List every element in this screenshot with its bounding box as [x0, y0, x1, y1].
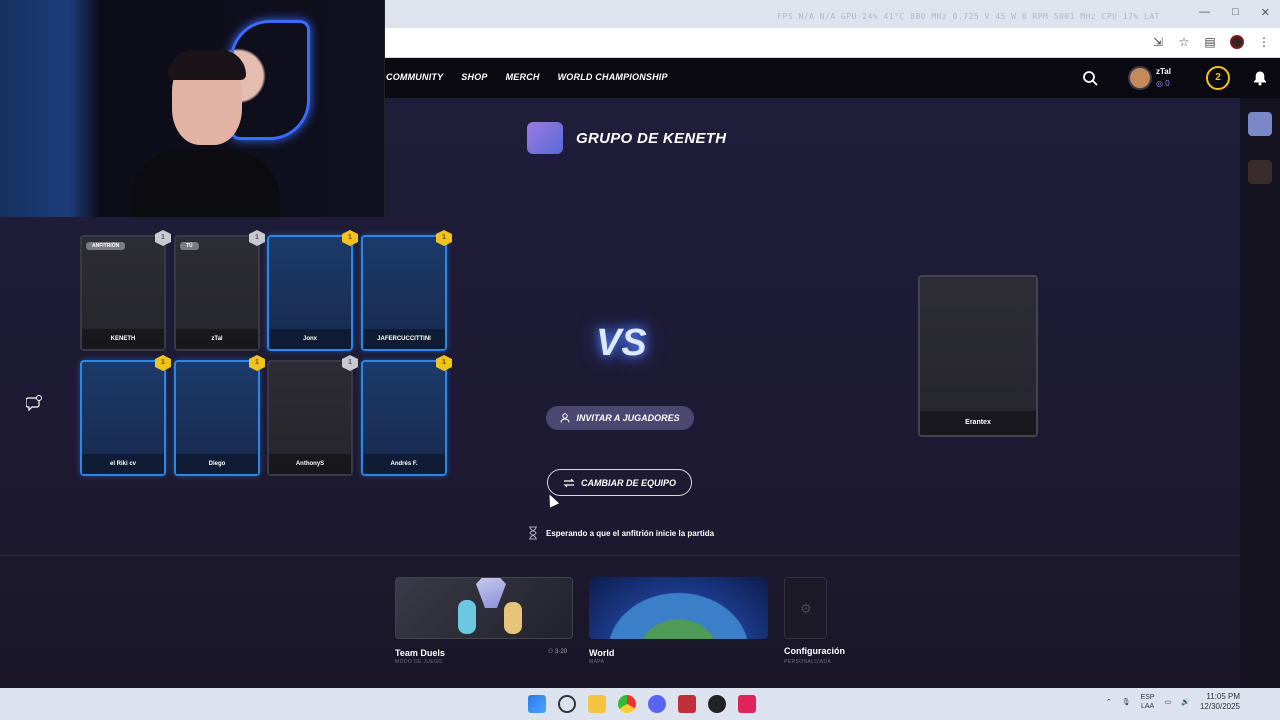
- player-card[interactable]: 1 Andrés F.: [361, 355, 452, 476]
- player-card[interactable]: TÚ 1 zTal: [174, 230, 265, 351]
- player-card[interactable]: ANFITRIÓN 1 KENETH: [80, 230, 171, 351]
- nav-merch[interactable]: MERCH: [506, 72, 540, 82]
- windows-taskbar: ⌃ 🎙 ESP LAA ▭ 🔊 11:05 PM 12/30/2025: [0, 688, 1280, 720]
- switch-team-button[interactable]: CAMBIAR DE EQUIPO: [547, 469, 692, 496]
- switch-team-label: CAMBIAR DE EQUIPO: [580, 477, 676, 488]
- keyboard-layout: LAA: [1140, 703, 1155, 710]
- player-card[interactable]: 1 el Riki cv: [80, 355, 171, 476]
- player-name: JAFERCUCCITTINI: [363, 329, 445, 349]
- level-badge[interactable]: 2: [1206, 66, 1230, 90]
- game-mode-title: Team Duels: [395, 648, 445, 658]
- file-explorer-icon[interactable]: [588, 695, 606, 713]
- app-icon[interactable]: [678, 695, 696, 713]
- chevron-up-icon[interactable]: ⌃: [1106, 698, 1112, 706]
- coin-count: 0: [1165, 79, 1170, 88]
- vs-label: VS: [596, 322, 647, 364]
- friend-avatar[interactable]: [1248, 160, 1272, 184]
- minimize-button[interactable]: —: [1199, 6, 1210, 19]
- map-subtitle: MAPA: [589, 659, 605, 665]
- user-name[interactable]: zTal: [1156, 67, 1171, 76]
- friend-avatar[interactable]: [1248, 112, 1272, 136]
- user-coins: ◎ 0: [1156, 79, 1170, 88]
- player-card[interactable]: 1 Diego: [174, 355, 265, 476]
- chrome-icon[interactable]: [618, 695, 636, 713]
- taskbar-apps: [528, 695, 756, 713]
- settings-title: Configuración: [784, 646, 845, 656]
- install-app-icon[interactable]: ⇲: [1152, 36, 1164, 48]
- search-icon[interactable]: [1082, 70, 1098, 86]
- language-indicator[interactable]: ESP LAA: [1141, 693, 1155, 711]
- settings-tile[interactable]: ⚙: [784, 577, 827, 639]
- nav-community[interactable]: COMMUNITY: [386, 72, 443, 82]
- player-role-tag: ANFITRIÓN: [86, 242, 126, 250]
- microphone-icon[interactable]: 🎙: [1122, 698, 1131, 706]
- hourglass-icon: [529, 526, 537, 540]
- webcam-overlay: [0, 0, 385, 217]
- nav-world-championship[interactable]: WORLD CHAMPIONSHIP: [558, 72, 668, 82]
- player-name: KENETH: [82, 329, 164, 349]
- invite-players-button[interactable]: INVITAR A JUGADORES: [546, 406, 694, 430]
- chat-icon[interactable]: [26, 395, 42, 411]
- player-name: AnthonyS: [269, 454, 351, 474]
- crystal-art: [476, 578, 506, 608]
- network-icon[interactable]: ▭: [1165, 698, 1172, 706]
- player-name: el Riki cv: [82, 454, 164, 474]
- waiting-status: Esperando a que el anfitrión inicie la p…: [528, 526, 714, 540]
- map-title: World: [589, 648, 615, 658]
- game-mode-subtitle: MODO DE JUEGO: [395, 659, 443, 665]
- waiting-text: Esperando a que el anfitrión inicie la p…: [546, 528, 715, 538]
- divider: [0, 555, 1240, 556]
- system-tray: ⌃ 🎙 ESP LAA ▭ 🔊 11:05 PM 12/30/2025: [1106, 692, 1240, 712]
- swap-icon: [563, 478, 575, 487]
- settings-subtitle: PERSONALIZADA: [784, 659, 832, 665]
- player-name: Jonx: [269, 329, 351, 349]
- windows-start-icon[interactable]: [528, 695, 546, 713]
- group-title: GRUPO DE KENETH: [576, 130, 727, 147]
- player-card[interactable]: 1 JAFERCUCCITTINI: [361, 230, 452, 351]
- maximize-button[interactable]: □: [1232, 6, 1239, 19]
- browser-menu-icon[interactable]: ⋮: [1258, 36, 1270, 48]
- clock-date: 12/30/2025: [1199, 702, 1240, 711]
- character-art: [458, 600, 476, 634]
- player-card[interactable]: 1 Jonx: [267, 230, 358, 351]
- discord-icon[interactable]: [648, 695, 666, 713]
- friends-rail: [1240, 98, 1280, 688]
- gear-icon: ⚙: [800, 601, 812, 616]
- volume-icon[interactable]: 🔊: [1181, 698, 1190, 706]
- map-tile[interactable]: [589, 577, 768, 639]
- browser-profile-avatar[interactable]: [1230, 35, 1244, 49]
- tiktok-icon[interactable]: [738, 695, 756, 713]
- opponent-card[interactable]: Erantex: [918, 275, 1038, 437]
- clock-time: 11:05 PM: [1206, 692, 1240, 701]
- team-size-value: 3-20: [555, 649, 568, 655]
- language-code: ESP: [1140, 694, 1155, 701]
- notification-bell-icon[interactable]: [1252, 70, 1268, 86]
- nav-shop[interactable]: SHOP: [461, 72, 487, 82]
- window-controls: — □ ✕: [1199, 6, 1270, 19]
- player-role-tag: TÚ: [180, 242, 199, 250]
- bookmark-star-icon[interactable]: ☆: [1178, 36, 1190, 48]
- user-icon: [560, 413, 570, 423]
- invite-players-label: INVITAR A JUGADORES: [576, 413, 680, 423]
- address-bar-icons: ⇲ ☆ ▤ ⋮: [1152, 35, 1270, 49]
- player-name: Diego: [176, 454, 258, 474]
- game-mode-tile[interactable]: [395, 577, 573, 639]
- player-name: Andrés F.: [363, 454, 445, 474]
- nav-links: COMMUNITY SHOP MERCH WORLD CHAMPIONSHIP: [386, 72, 668, 82]
- player-card[interactable]: 1 AnthonyS: [267, 355, 358, 476]
- obs-icon[interactable]: [708, 695, 726, 713]
- performance-overlay: FPS N/A N/A GPU 24% 41°C 880 MHz 0.725 V…: [777, 12, 1160, 21]
- team-size-count: ⚇ 3-20: [548, 649, 568, 655]
- player-name: zTal: [176, 329, 258, 349]
- close-button[interactable]: ✕: [1261, 6, 1270, 19]
- group-icon: [527, 122, 563, 154]
- clock[interactable]: 11:05 PM 12/30/2025: [1200, 692, 1240, 712]
- search-taskbar-icon[interactable]: [558, 695, 576, 713]
- character-art: [504, 602, 522, 634]
- opponent-name: Erantex: [920, 411, 1036, 435]
- user-avatar[interactable]: [1128, 66, 1152, 90]
- side-panel-icon[interactable]: ▤: [1204, 36, 1216, 48]
